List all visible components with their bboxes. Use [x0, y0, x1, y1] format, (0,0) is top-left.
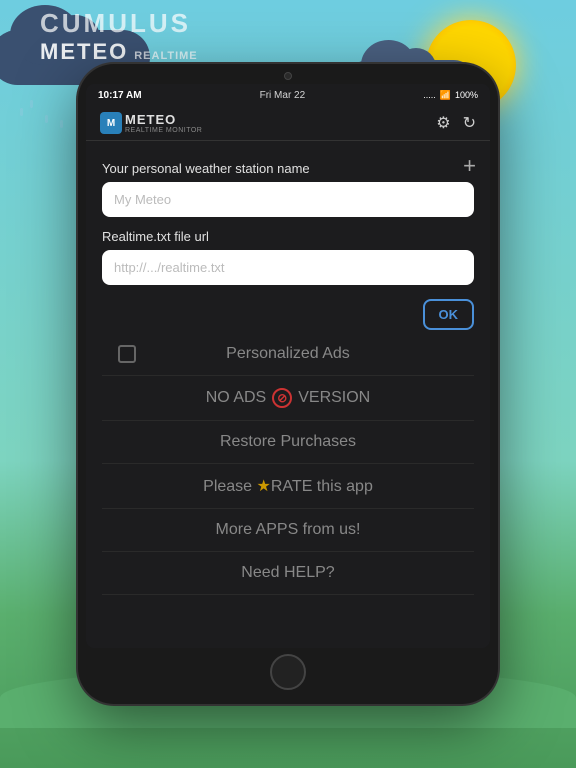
- title-realtime: REALTIME: [134, 50, 214, 62]
- more-apps-label: More APPS from us!: [216, 521, 361, 539]
- rain-drop: [30, 100, 33, 108]
- menu-section: Personalized Ads NO ADS ⊘ VERSION Restor…: [102, 333, 474, 595]
- rain-drop: [60, 120, 63, 128]
- realtime-url-input[interactable]: [102, 250, 474, 285]
- ipad-screen: 10:17 AM Fri Mar 22 ..... 📶 100% M METEO…: [86, 84, 490, 648]
- logo-text: METEO REALTIME MONITOR: [125, 112, 202, 134]
- no-ads-prefix: NO ADS: [206, 389, 266, 407]
- rate-app-label: Please ★RATE this app: [203, 476, 373, 496]
- app-header: M METEO REALTIME MONITOR ⚙ ↻: [86, 106, 490, 141]
- logo-icon: M: [100, 112, 122, 134]
- no-ads-version-item[interactable]: NO ADS ⊘ VERSION: [102, 376, 474, 421]
- logo-sub-text: REALTIME MONITOR: [125, 127, 202, 134]
- station-name-label: Your personal weather station name: [102, 161, 474, 176]
- personalized-ads-checkbox[interactable]: [118, 345, 136, 363]
- header-icons: ⚙ ↻: [436, 113, 476, 133]
- main-content: + Your personal weather station name Rea…: [86, 141, 490, 648]
- app-logo: M METEO REALTIME MONITOR: [100, 112, 202, 134]
- star-icon: ★: [257, 478, 271, 495]
- restore-purchases-label: Restore Purchases: [220, 433, 356, 451]
- settings-icon[interactable]: ⚙: [436, 113, 450, 133]
- restore-purchases-item[interactable]: Restore Purchases: [102, 421, 474, 464]
- status-bar: 10:17 AM Fri Mar 22 ..... 📶 100%: [86, 84, 490, 106]
- personalized-ads-label: Personalized Ads: [226, 345, 350, 363]
- ipad-frame: 10:17 AM Fri Mar 22 ..... 📶 100% M METEO…: [78, 64, 498, 704]
- rain-drop: [20, 108, 23, 116]
- refresh-icon[interactable]: ↻: [463, 113, 476, 133]
- status-date: Fri Mar 22: [260, 90, 306, 101]
- add-station-button[interactable]: +: [463, 153, 476, 179]
- ipad-camera: [284, 72, 292, 80]
- rate-app-item[interactable]: Please ★RATE this app: [102, 464, 474, 509]
- battery-indicator: 100%: [455, 90, 478, 100]
- url-label: Realtime.txt file url: [102, 229, 474, 244]
- form-section: Your personal weather station name Realt…: [102, 161, 474, 297]
- ipad-home-button[interactable]: [270, 654, 306, 690]
- title-meteo: METEO: [40, 39, 128, 65]
- personalized-ads-item[interactable]: Personalized Ads: [102, 333, 474, 376]
- station-name-input[interactable]: [102, 182, 474, 217]
- no-ads-suffix: VERSION: [298, 389, 370, 407]
- status-time: 10:17 AM: [98, 90, 142, 101]
- status-right: ..... 📶 100%: [423, 90, 478, 101]
- need-help-label: Need HELP?: [241, 564, 334, 582]
- title-cumulus: CUMULUS: [40, 8, 416, 39]
- ok-button[interactable]: OK: [423, 299, 475, 330]
- more-apps-item[interactable]: More APPS from us!: [102, 509, 474, 552]
- need-help-item[interactable]: Need HELP?: [102, 552, 474, 595]
- rain-drop: [45, 115, 48, 123]
- signal-indicator: .....: [423, 90, 436, 100]
- no-icon: ⊘: [272, 388, 292, 408]
- wifi-indicator: 📶: [440, 90, 451, 101]
- logo-meteo-text: METEO: [125, 112, 202, 127]
